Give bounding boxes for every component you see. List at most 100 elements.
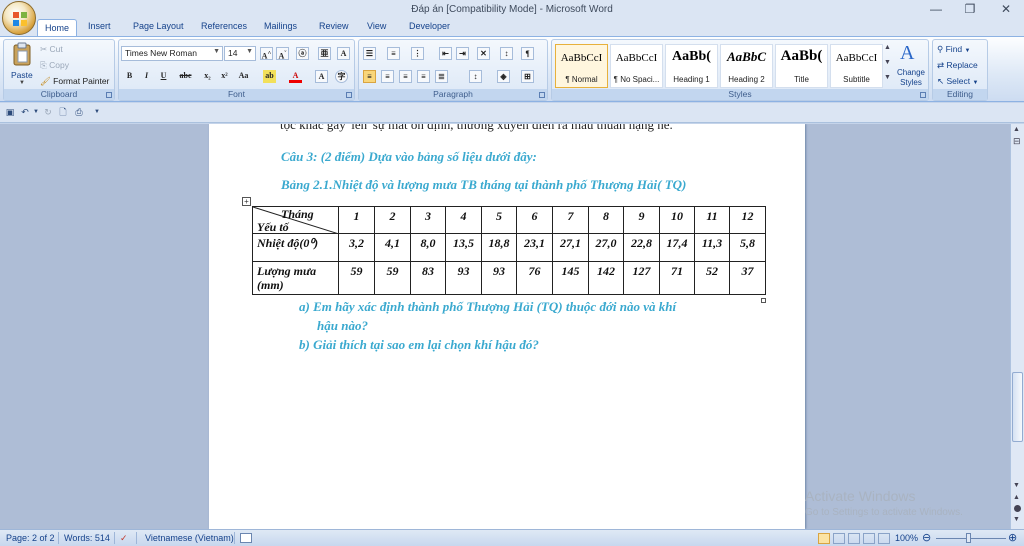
- justify-icon[interactable]: ≡: [417, 70, 430, 83]
- print-layout-view-icon[interactable]: [818, 533, 830, 544]
- shrink-font-icon[interactable]: Aˇ: [276, 47, 289, 61]
- tab-insert[interactable]: Insert: [88, 21, 111, 31]
- chevron-down-icon[interactable]: ▼: [31, 107, 41, 117]
- font-color-icon[interactable]: A: [289, 70, 302, 83]
- macro-record-icon[interactable]: [240, 533, 252, 543]
- word-count[interactable]: Words: 514: [64, 533, 110, 543]
- copy-button[interactable]: ⎘ Copy: [40, 60, 69, 71]
- vertical-scrollbar[interactable]: ▲ ⊟ ▼ ▲ ▼: [1010, 124, 1024, 529]
- zoom-level[interactable]: 100%: [895, 533, 918, 543]
- paragraph-launcher-icon[interactable]: [539, 92, 545, 98]
- clipboard-launcher-icon[interactable]: [106, 92, 112, 98]
- draft-view-icon[interactable]: [878, 533, 890, 544]
- zoom-in-icon[interactable]: ⊕: [1008, 531, 1017, 544]
- phonetic-guide-icon[interactable]: 亜: [318, 47, 331, 60]
- style-heading-2[interactable]: AaBbC Heading 2: [720, 44, 773, 88]
- print-preview-icon[interactable]: 🗋: [58, 107, 68, 117]
- superscript-icon[interactable]: x²: [218, 70, 231, 83]
- customize-qat-icon[interactable]: ▼: [92, 107, 102, 117]
- redo-icon[interactable]: ↻: [43, 107, 53, 117]
- distributed-icon[interactable]: ≣: [435, 70, 448, 83]
- multilevel-list-icon[interactable]: ⋮: [411, 47, 424, 60]
- increase-indent-icon[interactable]: ⇥: [456, 47, 469, 60]
- highlight-icon[interactable]: ab: [263, 70, 276, 83]
- shading-icon[interactable]: ◈: [497, 70, 510, 83]
- decrease-indent-icon[interactable]: ⇤: [439, 47, 452, 60]
- asian-layout-icon[interactable]: ✕: [477, 47, 490, 60]
- style-subtitle[interactable]: AaBbCcI Subtitle: [830, 44, 883, 88]
- font-name-combo[interactable]: Times New Roman ▼: [121, 46, 223, 61]
- tab-mailings[interactable]: Mailings: [264, 21, 297, 31]
- font-size-combo[interactable]: 14 ▼: [224, 46, 256, 61]
- subscript-icon[interactable]: x₂: [201, 70, 214, 83]
- align-center-icon[interactable]: ≡: [381, 70, 394, 83]
- browse-object-icon[interactable]: [1014, 505, 1021, 512]
- minimize-button[interactable]: —: [926, 2, 946, 16]
- paste-button[interactable]: Paste ▼: [7, 42, 37, 88]
- change-case-icon[interactable]: Aa: [237, 70, 250, 83]
- change-styles-button[interactable]: A Change Styles: [894, 42, 928, 90]
- page-indicator[interactable]: Page: 2 of 2: [6, 533, 55, 543]
- quick-print-icon[interactable]: ⎙: [74, 107, 84, 117]
- show-marks-icon[interactable]: ¶: [521, 47, 534, 60]
- language-indicator[interactable]: Vietnamese (Vietnam): [145, 533, 234, 543]
- office-button[interactable]: [2, 1, 36, 35]
- align-left-icon[interactable]: ≡: [363, 70, 376, 83]
- zoom-out-icon[interactable]: ⊖: [922, 531, 931, 544]
- next-page-icon[interactable]: ▼: [1013, 516, 1020, 523]
- numbering-icon[interactable]: ≡: [387, 47, 400, 60]
- outline-view-icon[interactable]: [863, 533, 875, 544]
- save-icon[interactable]: ▣: [5, 107, 15, 117]
- scroll-up-icon[interactable]: ▲: [1013, 126, 1020, 133]
- underline-icon[interactable]: U: [157, 70, 170, 83]
- bullets-icon[interactable]: ☰: [363, 47, 376, 60]
- scroll-thumb[interactable]: [1012, 372, 1023, 442]
- replace-button[interactable]: ⇄ Replace: [937, 60, 978, 71]
- character-border-icon[interactable]: A: [337, 47, 350, 60]
- tab-references[interactable]: References: [201, 21, 247, 31]
- tab-home[interactable]: Home: [37, 19, 78, 36]
- tab-page-layout[interactable]: Page Layout: [133, 21, 184, 31]
- style-title[interactable]: AaBb( Title: [775, 44, 828, 88]
- styles-launcher-icon[interactable]: [920, 92, 926, 98]
- close-button[interactable]: ✕: [996, 2, 1016, 16]
- font-launcher-icon[interactable]: [346, 92, 352, 98]
- style-normal[interactable]: AaBbCcI ¶ Normal: [555, 44, 608, 88]
- zoom-slider[interactable]: [936, 538, 1006, 539]
- scroll-down-icon[interactable]: ▼: [1013, 482, 1020, 489]
- grow-font-icon[interactable]: A^: [260, 47, 273, 61]
- select-button[interactable]: ↖ Select ▼: [937, 76, 978, 87]
- find-button[interactable]: ⚲ Find ▼: [937, 44, 970, 55]
- previous-page-icon[interactable]: ▲: [1013, 494, 1020, 501]
- styles-more-icon[interactable]: ▼: [884, 74, 891, 81]
- styles-scroll-down-icon[interactable]: ▼: [884, 59, 891, 66]
- styles-scroll-up-icon[interactable]: ▲: [884, 44, 891, 51]
- tab-developer[interactable]: Developer: [409, 21, 450, 31]
- format-painter-button[interactable]: 🖌 Format Painter: [40, 76, 109, 87]
- table-move-handle-icon[interactable]: +: [242, 197, 251, 206]
- borders-icon[interactable]: ⊞: [521, 70, 534, 83]
- bold-icon[interactable]: B: [123, 70, 136, 83]
- enclose-characters-icon[interactable]: 字: [335, 70, 348, 83]
- sort-icon[interactable]: ↕: [500, 47, 513, 60]
- style-no-spacing[interactable]: AaBbCcI ¶ No Spaci...: [610, 44, 663, 88]
- spelling-check-icon[interactable]: ✓: [120, 533, 128, 544]
- table-resize-handle-icon[interactable]: [761, 298, 766, 303]
- undo-icon[interactable]: ↶: [20, 107, 30, 117]
- ruler-toggle-icon[interactable]: ⊟: [1013, 136, 1021, 147]
- character-shading-icon[interactable]: A: [315, 70, 328, 83]
- document-page[interactable]: tộc khác gây 'lên' sự mất ổn định, thườn…: [209, 124, 805, 529]
- strikethrough-icon[interactable]: abc: [179, 70, 192, 83]
- style-heading-1[interactable]: AaBb( Heading 1: [665, 44, 718, 88]
- full-screen-reading-icon[interactable]: [833, 533, 845, 544]
- tab-view[interactable]: View: [367, 21, 386, 31]
- italic-icon[interactable]: I: [140, 70, 153, 83]
- zoom-slider-thumb[interactable]: [966, 533, 971, 543]
- cut-button[interactable]: ✂ Cut: [40, 44, 63, 55]
- line-spacing-icon[interactable]: ↕: [469, 70, 482, 83]
- tab-review[interactable]: Review: [319, 21, 349, 31]
- restore-button[interactable]: ❐: [960, 2, 980, 16]
- clear-format-icon[interactable]: ⓐ: [296, 47, 309, 60]
- align-right-icon[interactable]: ≡: [399, 70, 412, 83]
- web-layout-icon[interactable]: [848, 533, 860, 544]
